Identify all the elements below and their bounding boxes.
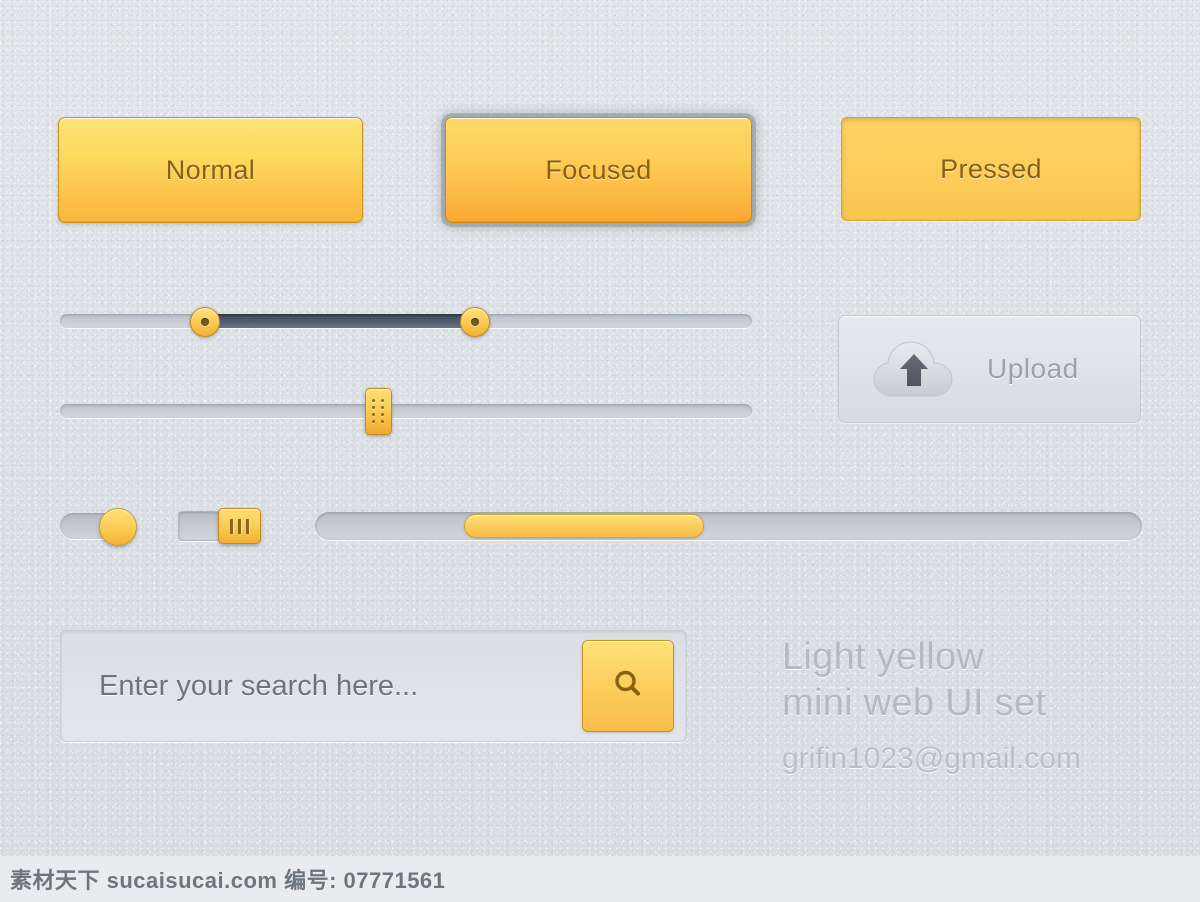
grip-line-3 (246, 518, 249, 534)
single-slider[interactable] (60, 388, 752, 435)
watermark-bar: 素材天下 sucaisucai.com 编号: 07771561 (0, 856, 1200, 902)
toggle-square-knob[interactable] (218, 508, 261, 544)
info-email: grifin1023@gmail.com (782, 742, 1081, 775)
toggle-pill[interactable] (60, 508, 137, 546)
single-slider-handle[interactable] (365, 388, 393, 435)
upload-button[interactable]: Upload (838, 315, 1141, 423)
upload-button-label: Upload (987, 353, 1079, 384)
range-slider-handle-low[interactable] (190, 307, 221, 337)
grip-line-2 (238, 518, 241, 534)
ui-kit-canvas: Normal Focused Pressed Upload Enter your… (0, 0, 1200, 902)
focused-button[interactable]: Focused (445, 117, 752, 223)
info-block: Light yellow mini web UI set grifin1023@… (782, 634, 1182, 776)
pressed-button-label: Pressed (940, 153, 1042, 184)
info-title-line2: mini web UI set (782, 682, 1047, 724)
watermark-text: 素材天下 sucaisucai.com 编号: 07771561 (10, 868, 446, 893)
focused-button-label: Focused (545, 154, 652, 185)
search-box[interactable] (60, 630, 687, 742)
toggle-pill-knob[interactable] (99, 508, 137, 546)
range-slider-fill (205, 314, 476, 328)
pressed-button[interactable]: Pressed (841, 117, 1141, 221)
range-slider-handle-high[interactable] (460, 307, 491, 337)
search-icon (611, 667, 645, 706)
range-slider[interactable] (60, 307, 752, 337)
toggle-square[interactable] (178, 508, 261, 544)
info-title-line1: Light yellow (782, 636, 985, 678)
grip-dots-icon (372, 399, 385, 424)
progress-bar-fill (463, 514, 704, 538)
search-input[interactable] (97, 668, 582, 704)
normal-button[interactable]: Normal (58, 117, 363, 223)
progress-bar[interactable] (315, 512, 1142, 540)
grip-line-1 (230, 518, 233, 534)
cloud-upload-icon (871, 338, 959, 400)
search-button[interactable] (582, 640, 674, 732)
normal-button-label: Normal (165, 154, 256, 185)
